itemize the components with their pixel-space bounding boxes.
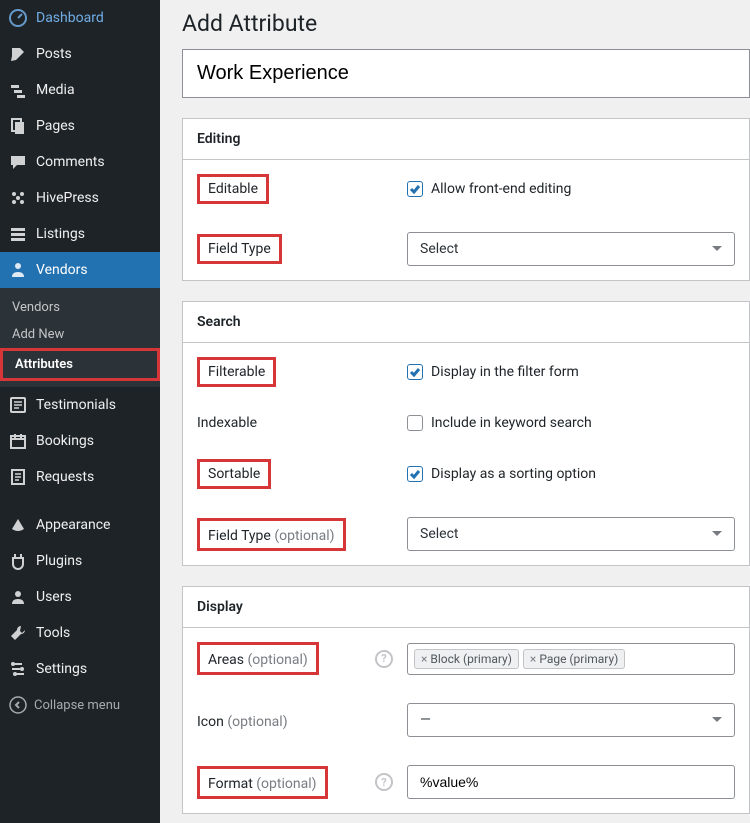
icon-label: Icon (optional): [197, 711, 288, 730]
editable-checkbox[interactable]: [407, 181, 423, 197]
area-tag: ×Block (primary): [414, 649, 519, 669]
menu-settings[interactable]: Settings: [0, 651, 160, 687]
collapse-menu[interactable]: Collapse menu: [0, 687, 160, 723]
menu-comments[interactable]: Comments: [0, 144, 160, 180]
attribute-title-input[interactable]: [182, 49, 750, 98]
page-title: Add Attribute: [182, 10, 750, 37]
editing-section: Editing Editable Allow front-end editing…: [182, 118, 750, 281]
sortable-checkbox[interactable]: [407, 466, 423, 482]
tag-remove-icon[interactable]: ×: [530, 652, 536, 666]
editable-check-label: Allow front-end editing: [431, 181, 571, 197]
filterable-label: Filterable: [197, 357, 276, 387]
areas-tags-input[interactable]: ×Block (primary) ×Page (primary): [407, 643, 735, 675]
admin-sidebar: Dashboard Posts Media Pages Comments Hiv…: [0, 0, 160, 823]
edit-fieldtype-select[interactable]: Select: [407, 232, 735, 266]
tools-icon: [8, 623, 28, 643]
menu-bookings[interactable]: Bookings: [0, 423, 160, 459]
appearance-icon: [8, 515, 28, 535]
submenu-addnew[interactable]: Add New: [0, 321, 160, 348]
pages-icon: [8, 116, 28, 136]
indexable-checkbox[interactable]: [407, 415, 423, 431]
submenu-vendors[interactable]: Vendors: [0, 294, 160, 321]
plugins-icon: [8, 551, 28, 571]
comments-icon: [8, 152, 28, 172]
areas-label: Areas (optional): [197, 642, 319, 675]
filterable-check-label: Display in the filter form: [431, 364, 579, 380]
hivepress-icon: [8, 188, 28, 208]
tag-remove-icon[interactable]: ×: [421, 652, 427, 666]
search-header: Search: [183, 302, 749, 343]
menu-requests[interactable]: Requests: [0, 459, 160, 495]
menu-pages[interactable]: Pages: [0, 108, 160, 144]
menu-tools[interactable]: Tools: [0, 615, 160, 651]
format-input[interactable]: [407, 765, 735, 799]
display-header: Display: [183, 587, 749, 628]
search-fieldtype-select[interactable]: Select: [407, 517, 735, 551]
vendors-icon: [8, 260, 28, 280]
menu-users[interactable]: Users: [0, 579, 160, 615]
pin-icon: [8, 44, 28, 64]
requests-icon: [8, 467, 28, 487]
vendors-submenu: Vendors Add New Attributes: [0, 288, 160, 387]
indexable-label: Indexable: [197, 415, 257, 431]
sortable-label: Sortable: [197, 459, 271, 489]
testimonials-icon: [8, 395, 28, 415]
sortable-check-label: Display as a sorting option: [431, 466, 596, 482]
settings-icon: [8, 659, 28, 679]
listings-icon: [8, 224, 28, 244]
bookings-icon: [8, 431, 28, 451]
search-fieldtype-label: Field Type (optional): [197, 518, 346, 551]
media-icon: [8, 80, 28, 100]
icon-select[interactable]: —: [407, 703, 735, 737]
main-content: Add Attribute Editing Editable Allow fro…: [160, 0, 750, 823]
menu-plugins[interactable]: Plugins: [0, 543, 160, 579]
filterable-checkbox[interactable]: [407, 364, 423, 380]
dashboard-icon: [8, 8, 28, 28]
menu-listings[interactable]: Listings: [0, 216, 160, 252]
menu-testimonials[interactable]: Testimonials: [0, 387, 160, 423]
edit-fieldtype-label: Field Type: [197, 234, 282, 264]
menu-hivepress[interactable]: HivePress: [0, 180, 160, 216]
menu-media[interactable]: Media: [0, 72, 160, 108]
display-section: Display Areas (optional)? ×Block (primar…: [182, 586, 750, 814]
editing-header: Editing: [183, 119, 749, 160]
indexable-check-label: Include in keyword search: [431, 415, 592, 431]
collapse-icon: [8, 695, 28, 715]
search-section: Search Filterable Display in the filter …: [182, 301, 750, 566]
menu-posts[interactable]: Posts: [0, 36, 160, 72]
menu-appearance[interactable]: Appearance: [0, 507, 160, 543]
menu-vendors[interactable]: Vendors: [0, 252, 160, 288]
help-icon[interactable]: ?: [375, 650, 393, 668]
editable-label: Editable: [197, 174, 269, 204]
menu-dashboard[interactable]: Dashboard: [0, 0, 160, 36]
area-tag: ×Page (primary): [523, 649, 625, 669]
submenu-attributes[interactable]: Attributes: [0, 348, 160, 381]
users-icon: [8, 587, 28, 607]
help-icon[interactable]: ?: [375, 773, 393, 791]
format-label: Format (optional): [197, 766, 328, 799]
